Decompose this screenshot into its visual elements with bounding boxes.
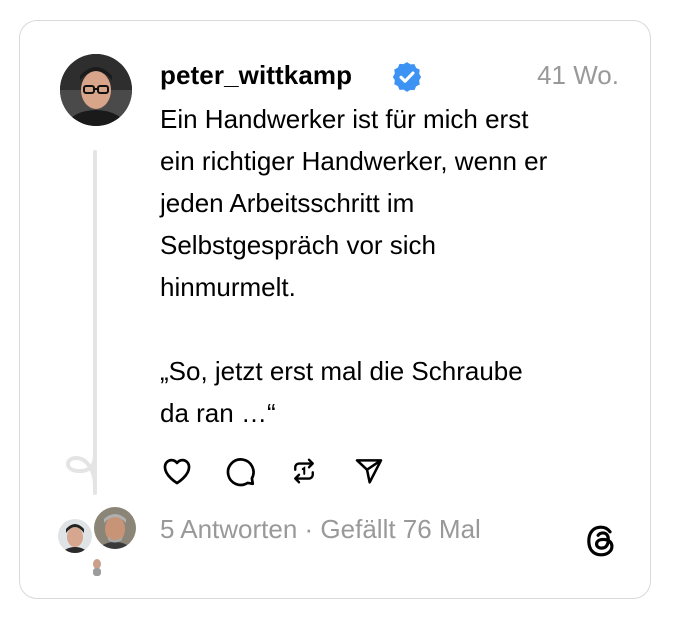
share-button[interactable]: [350, 452, 388, 490]
stats-separator: ·: [297, 514, 321, 544]
replies-count[interactable]: 5 Antworten: [160, 514, 297, 544]
post-text: Ein Handwerker ist für mich erst ein ric…: [160, 104, 548, 428]
threads-logo-icon[interactable]: [582, 522, 620, 560]
thread-line: [93, 150, 97, 495]
post-timestamp[interactable]: 41 Wo.: [537, 60, 619, 91]
like-button[interactable]: [158, 452, 196, 490]
reply-avatar: [84, 553, 110, 579]
repost-icon: [294, 458, 314, 484]
send-icon: [355, 459, 383, 484]
reply-avatars[interactable]: [56, 505, 138, 579]
likes-count[interactable]: Gefällt 76 Mal: [320, 514, 480, 544]
author-avatar[interactable]: [60, 54, 132, 126]
verified-badge-icon: [392, 62, 422, 92]
comment-icon: [226, 458, 255, 487]
post-stats: 5 Antworten · Gefällt 76 Mal: [160, 514, 481, 545]
reply-button[interactable]: [221, 452, 259, 490]
reply-avatar: [92, 505, 138, 551]
thread-loop-icon: [65, 448, 97, 486]
author-username[interactable]: peter_wittkamp: [160, 60, 352, 91]
heart-icon: [163, 458, 191, 485]
repost-button[interactable]: [285, 452, 323, 490]
reply-avatar: [56, 517, 94, 555]
